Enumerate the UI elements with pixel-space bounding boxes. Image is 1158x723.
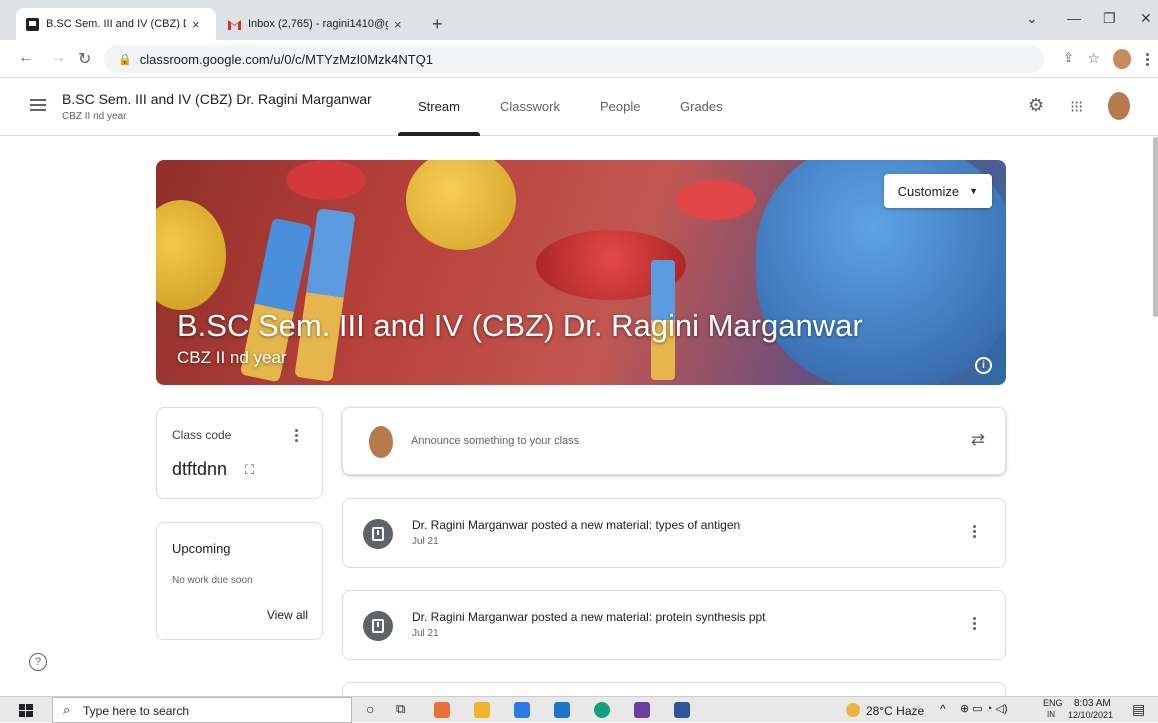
classroom-favicon xyxy=(26,17,39,31)
banner-subtitle: CBZ II nd year xyxy=(177,348,287,367)
weather-text[interactable]: 28°C Haze xyxy=(866,704,924,718)
edge-icon[interactable] xyxy=(594,702,610,718)
header-class-section: CBZ II nd year xyxy=(62,111,127,122)
close-tab-icon[interactable]: × xyxy=(394,17,402,32)
language-indicator[interactable]: ENG xyxy=(1043,698,1063,708)
tab-search-icon[interactable]: ⌄ xyxy=(1026,10,1038,27)
class-code-value: dtftdnn xyxy=(172,459,228,479)
upcoming-empty-text: No work due soon xyxy=(172,575,253,586)
browser-menu-icon[interactable] xyxy=(1146,53,1149,66)
word-icon[interactable] xyxy=(674,702,690,718)
address-bar-row: ← → ↻ 🔒 classroom.google.com/u/0/c/MTYzM… xyxy=(0,40,1158,78)
show-hidden-icons[interactable]: ^ xyxy=(940,702,946,716)
main-menu-icon[interactable] xyxy=(30,99,46,111)
customize-button[interactable]: Customize ▼ xyxy=(883,174,992,208)
share-icon[interactable]: ⇪ xyxy=(1063,50,1074,66)
post-menu-icon[interactable] xyxy=(973,617,976,630)
system-tray-icons[interactable]: ⊕ ▭ ◔ ◁) xyxy=(960,702,1008,715)
browser-tab-bar: B.SC Sem. III and IV (CBZ) Dr. Ragini Ma… xyxy=(0,0,1158,40)
windows-start-icon[interactable] xyxy=(19,704,33,717)
announce-box[interactable]: Announce something to your class ⇄ xyxy=(342,407,1006,475)
tab-title: Inbox (2,765) - ragini1410@gmail.com xyxy=(248,18,388,30)
reload-icon[interactable]: ↻ xyxy=(78,49,91,69)
customize-label: Customize xyxy=(897,183,960,199)
url-text: classroom.google.com/u/0/c/MTYzMzI0Mzk4N… xyxy=(139,51,434,67)
windows-taskbar: ⌕ Type here to search ○ ⧉ 28°C Haze ^ ⊕ … xyxy=(0,696,1158,723)
class-settings-gear-icon[interactable]: ⚙ xyxy=(1028,95,1044,116)
banner-cell-decoration xyxy=(676,180,756,220)
header-class-name[interactable]: B.SC Sem. III and IV (CBZ) Dr. Ragini Ma… xyxy=(62,91,372,107)
close-tab-icon[interactable]: × xyxy=(192,17,200,32)
app-icon[interactable] xyxy=(634,702,650,718)
reuse-post-icon[interactable]: ⇄ xyxy=(971,430,985,450)
fullscreen-display-icon[interactable]: ⛶ xyxy=(245,462,254,478)
tab-classwork[interactable]: Classwork xyxy=(500,99,560,114)
banner-title: B.SC Sem. III and IV (CBZ) Dr. Ragini Ma… xyxy=(177,308,863,343)
profile-avatar[interactable] xyxy=(1113,49,1131,69)
minimize-icon[interactable]: — xyxy=(1067,10,1081,26)
new-tab-button[interactable]: + xyxy=(432,14,443,35)
chrome-taskbar-icon[interactable] xyxy=(434,702,450,718)
tab-stream[interactable]: Stream xyxy=(418,99,460,114)
material-icon xyxy=(363,519,393,549)
announce-placeholder[interactable]: Announce something to your class xyxy=(411,435,579,447)
material-icon xyxy=(363,611,393,641)
taskbar-search-box[interactable]: ⌕ Type here to search xyxy=(52,697,352,723)
cortana-icon[interactable]: ○ xyxy=(366,701,374,717)
account-avatar[interactable] xyxy=(1108,92,1130,120)
help-icon[interactable]: ? xyxy=(29,653,47,671)
upcoming-card: Upcoming No work due soon View all xyxy=(156,522,323,640)
tab-people[interactable]: People xyxy=(600,99,640,114)
tab-title: B.SC Sem. III and IV (CBZ) Dr. Ragini Ma… xyxy=(46,18,186,30)
post-text: Dr. Ragini Marganwar posted a new materi… xyxy=(412,518,741,532)
back-arrow-icon[interactable]: ← xyxy=(18,49,34,67)
banner-cell-decoration xyxy=(406,160,516,250)
class-code-menu-icon[interactable] xyxy=(295,429,298,442)
classroom-header: B.SC Sem. III and IV (CBZ) Dr. Ragini Ma… xyxy=(0,79,1158,136)
close-window-icon[interactable]: ✕ xyxy=(1140,10,1152,27)
upcoming-title: Upcoming xyxy=(172,541,231,556)
banner-cell-decoration xyxy=(156,200,226,310)
lock-icon: 🔒 xyxy=(118,53,132,66)
forward-arrow-icon[interactable]: → xyxy=(50,49,66,67)
clock-time[interactable]: 8:03 AM xyxy=(1074,698,1111,709)
region-indicator: IN xyxy=(1047,710,1055,719)
file-explorer-icon[interactable] xyxy=(474,702,490,718)
class-banner: Customize ▼ B.SC Sem. III and IV (CBZ) D… xyxy=(156,160,1006,385)
bookmark-star-icon[interactable]: ☆ xyxy=(1087,50,1100,67)
mail-icon[interactable] xyxy=(554,702,570,718)
browser-tab-gmail[interactable]: Inbox (2,765) - ragini1410@gmail.com × xyxy=(218,8,418,40)
page-scrollbar[interactable] xyxy=(1153,137,1158,317)
task-view-icon[interactable]: ⧉ xyxy=(396,701,405,717)
tab-grades[interactable]: Grades xyxy=(680,99,723,114)
post-text: Dr. Ragini Marganwar posted a new materi… xyxy=(412,610,766,624)
view-all-link[interactable]: View all xyxy=(267,608,308,622)
taskbar-search-placeholder: Type here to search xyxy=(83,704,190,718)
apps-grid-icon[interactable]: ⁝⁝⁝ xyxy=(1070,97,1083,117)
browser-tab-classroom[interactable]: B.SC Sem. III and IV (CBZ) Dr. Ragini Ma… xyxy=(16,8,216,40)
gmail-icon xyxy=(228,18,241,31)
class-code-card: Class code dtftdnn ⛶ xyxy=(156,407,323,499)
user-avatar xyxy=(369,426,393,458)
url-bar[interactable]: 🔒 classroom.google.com/u/0/c/MTYzMzI0Mzk… xyxy=(104,45,1100,73)
stream-post[interactable]: Dr. Ragini Marganwar posted a new materi… xyxy=(342,590,1006,660)
clock-date: 12/10/2021 xyxy=(1068,710,1114,720)
store-icon[interactable] xyxy=(514,702,530,718)
post-date: Jul 21 xyxy=(412,628,439,639)
post-date: Jul 21 xyxy=(412,536,439,547)
stream-post[interactable]: Dr. Ragini Marganwar posted a new materi… xyxy=(342,498,1006,568)
weather-icon xyxy=(846,703,860,717)
class-info-icon[interactable]: i xyxy=(975,357,992,374)
class-code-label: Class code xyxy=(172,428,232,442)
notification-icon[interactable]: ▤ xyxy=(1132,701,1145,718)
restore-icon[interactable]: ❐ xyxy=(1103,10,1116,27)
search-icon: ⌕ xyxy=(63,702,71,717)
post-menu-icon[interactable] xyxy=(973,525,976,538)
banner-cell-decoration xyxy=(286,160,366,200)
caret-down-icon: ▼ xyxy=(969,186,978,196)
active-tab-indicator xyxy=(398,132,480,136)
